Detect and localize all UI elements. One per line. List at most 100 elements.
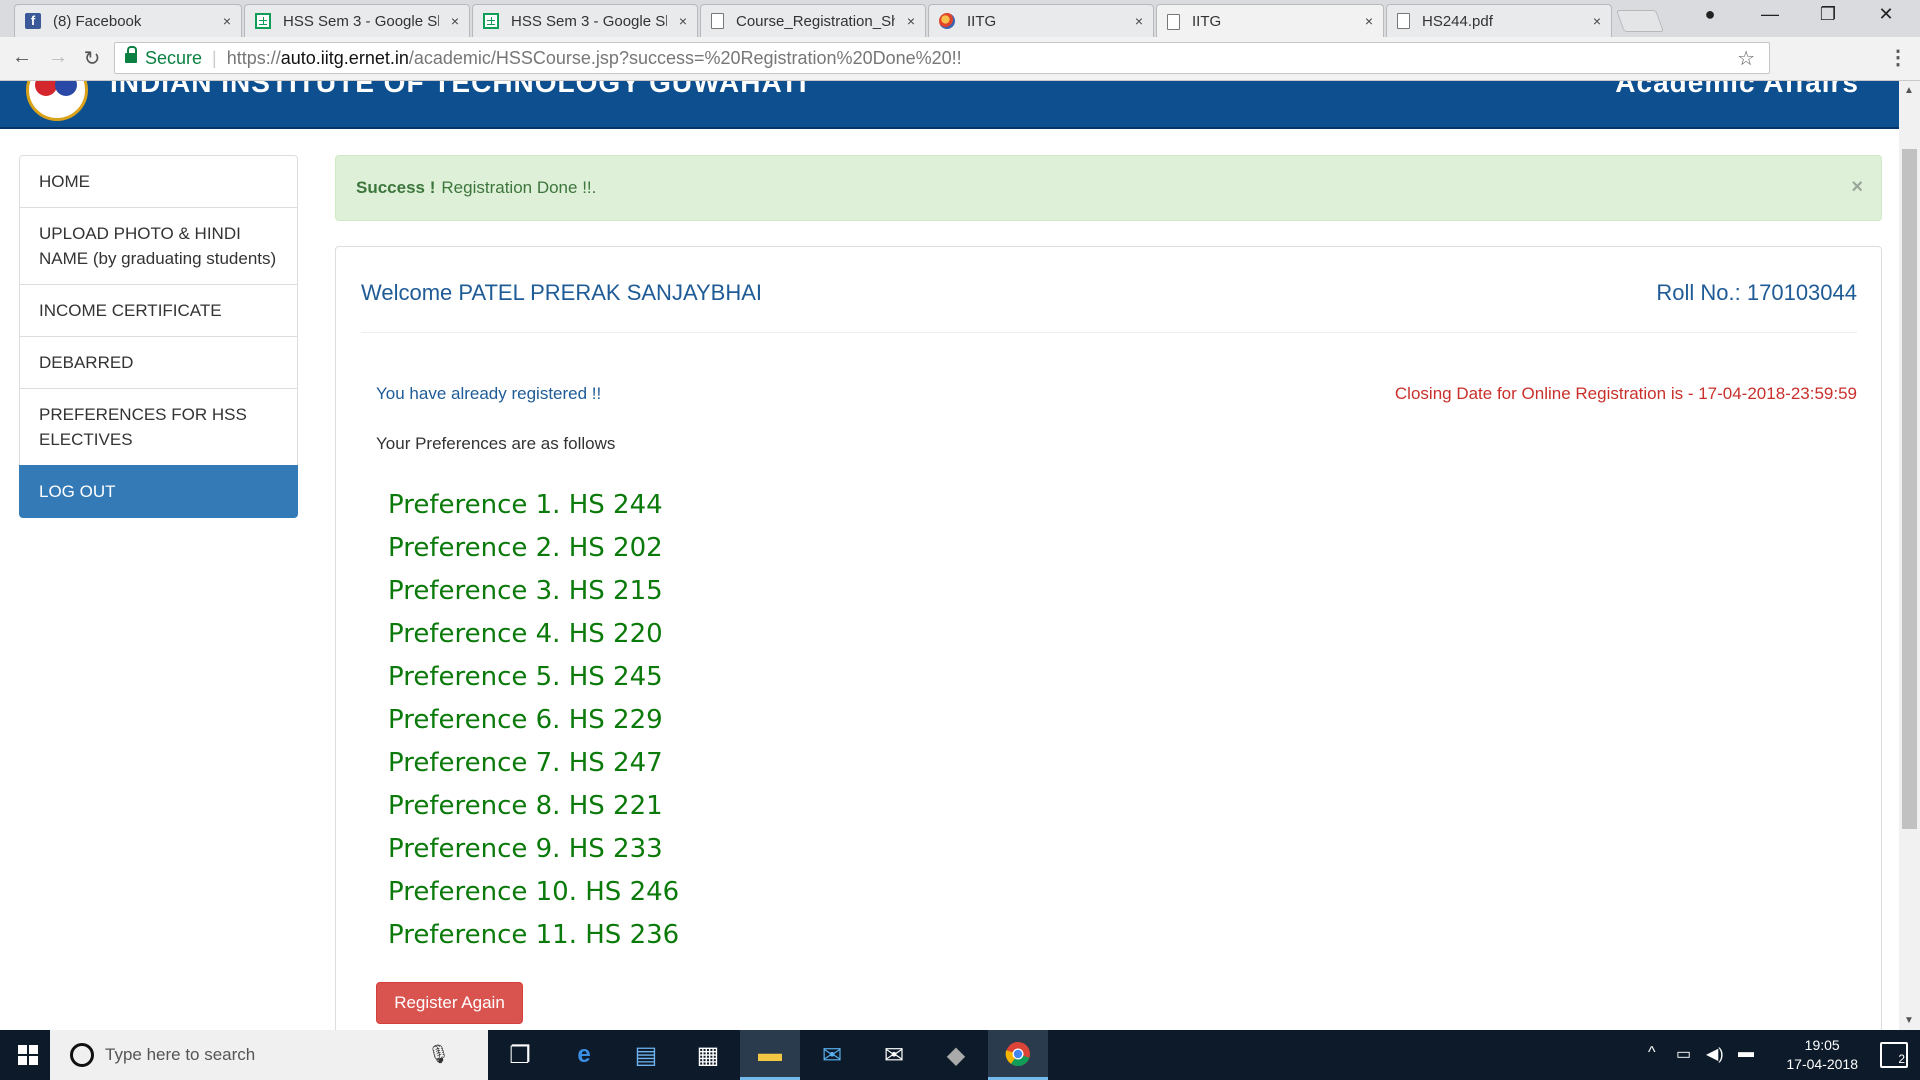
list-item: Preference 10. HS 246: [388, 877, 680, 907]
tab-course-registration[interactable]: Course_Registration_Sh ×: [700, 4, 926, 37]
close-icon[interactable]: ×: [1365, 13, 1373, 29]
file-explorer-icon[interactable]: ▬: [740, 1030, 800, 1080]
closing-date-text: Closing Date for Online Registration is …: [1394, 384, 1857, 403]
search-placeholder: Type here to search: [105, 1045, 256, 1064]
minimize-button[interactable]: —: [1750, 4, 1790, 25]
close-icon[interactable]: ×: [1135, 13, 1143, 29]
success-alert: Success ! Registration Done !!. ×: [335, 155, 1882, 221]
already-registered-text: You have already registered !!: [376, 384, 602, 403]
tab-hss-sheet-1[interactable]: HSS Sem 3 - Google Sh ×: [244, 4, 470, 37]
taskbar: Type here to search 🎙 ❐ e ▤ ▦ ▬ ✉ ✉ ◆ ^ …: [0, 1030, 1920, 1080]
page-scrollbar[interactable]: ▲ ▼: [1899, 81, 1920, 1030]
alert-strong: Success !: [356, 178, 436, 197]
microphone-icon[interactable]: 🎙: [427, 1044, 450, 1065]
app-icon[interactable]: ▤: [616, 1030, 676, 1080]
new-tab-button[interactable]: [1615, 10, 1665, 32]
system-clock[interactable]: 19:05 17-04-2018: [1786, 1036, 1858, 1074]
institute-logo: [26, 81, 88, 121]
close-icon[interactable]: ×: [679, 13, 687, 29]
facebook-icon: f: [25, 13, 41, 29]
reload-icon[interactable]: ↻: [78, 46, 106, 71]
menu-icon[interactable]: ⋮: [1888, 45, 1908, 70]
list-item: Preference 11. HS 236: [388, 920, 680, 950]
list-item: Preference 4. HS 220: [388, 619, 663, 649]
scroll-down-icon[interactable]: ▼: [1904, 1015, 1914, 1026]
chrome-logo: [1005, 1041, 1030, 1066]
list-item: Preference 3. HS 215: [388, 576, 663, 606]
close-icon[interactable]: ×: [1851, 176, 1863, 199]
close-window-button[interactable]: ✕: [1866, 4, 1906, 25]
document-icon: [1167, 13, 1180, 30]
close-icon[interactable]: ×: [451, 13, 459, 29]
mail-icon[interactable]: ✉: [864, 1030, 924, 1080]
back-arrow-icon[interactable]: ←: [8, 46, 36, 69]
preference-list: Preference 1. HS 244 Preference 2. HS 20…: [388, 484, 679, 957]
site-header: INDIAN INSTITUTE OF TECHNOLOGY GUWAHATI …: [0, 81, 1899, 129]
alert-message: Registration Done !!.: [441, 178, 597, 197]
tab-hs244-pdf[interactable]: HS244.pdf ×: [1386, 4, 1612, 37]
windows-start-icon[interactable]: [18, 1045, 38, 1065]
chrome-icon[interactable]: [988, 1030, 1048, 1080]
tab-title: HSS Sem 3 - Google Sh: [283, 12, 439, 30]
tab-title: Course_Registration_Sh: [736, 12, 895, 30]
taskbar-search-box[interactable]: Type here to search 🎙: [50, 1030, 488, 1080]
sidebar-item-home[interactable]: HOME: [19, 155, 298, 208]
site-title: INDIAN INSTITUTE OF TECHNOLOGY GUWAHATI: [110, 81, 808, 98]
tab-hss-sheet-2[interactable]: HSS Sem 3 - Google Sh ×: [472, 4, 698, 37]
app-icon[interactable]: ◆: [926, 1030, 986, 1080]
site-section-title: Academic Affairs: [1615, 81, 1859, 98]
volume-icon[interactable]: ◀): [1706, 1044, 1724, 1064]
sidebar-item-income-certificate[interactable]: INCOME CERTIFICATE: [19, 284, 298, 337]
store-icon[interactable]: ▦: [678, 1030, 738, 1080]
preferences-label: Your Preferences are as follows: [376, 434, 616, 453]
welcome-heading: Welcome PATEL PRERAK SANJAYBHAI: [361, 280, 763, 305]
close-icon[interactable]: ×: [1593, 13, 1601, 29]
close-icon[interactable]: ×: [223, 13, 231, 29]
clock-time: 19:05: [1804, 1037, 1840, 1053]
register-again-button[interactable]: Register Again: [376, 982, 523, 1024]
forward-arrow-icon[interactable]: →: [44, 46, 72, 69]
registration-panel: Welcome PATEL PRERAK SANJAYBHAI Roll No.…: [335, 246, 1882, 1030]
browser-toolbar: ← → ↻ Secure | https:// auto.iitg.ernet.…: [0, 37, 1920, 81]
network-icon[interactable]: ▭: [1676, 1044, 1691, 1064]
url-scheme: https://: [226, 47, 281, 68]
bookmark-star-icon[interactable]: ☆: [1737, 46, 1755, 71]
cortana-icon: [70, 1043, 94, 1067]
edge-icon[interactable]: e: [554, 1030, 614, 1080]
url-host: auto.iitg.ernet.in: [280, 47, 409, 68]
scroll-up-icon[interactable]: ▲: [1904, 85, 1914, 96]
tab-facebook[interactable]: f (8) Facebook ×: [14, 4, 242, 37]
list-item: Preference 9. HS 233: [388, 834, 663, 864]
list-item: Preference 1. HS 244: [388, 490, 663, 520]
list-item: Preference 5. HS 245: [388, 662, 663, 692]
outlook-icon[interactable]: ✉: [802, 1030, 862, 1080]
sidebar-nav: HOME UPLOAD PHOTO & HINDI NAME (by gradu…: [19, 155, 298, 518]
tab-iitg-active[interactable]: IITG ×: [1156, 4, 1384, 38]
sidebar-item-logout[interactable]: LOG OUT: [19, 465, 298, 518]
battery-icon[interactable]: ▬: [1738, 1044, 1754, 1062]
scrollbar-thumb[interactable]: [1902, 149, 1917, 829]
restore-button[interactable]: ❐: [1808, 4, 1848, 25]
sheets-icon: [483, 13, 499, 29]
profile-icon[interactable]: ●: [1690, 4, 1730, 25]
tab-title: HS244.pdf: [1422, 12, 1493, 30]
task-view-icon[interactable]: ❐: [490, 1030, 550, 1080]
list-item: Preference 6. HS 229: [388, 705, 663, 735]
tab-iitg-1[interactable]: IITG ×: [928, 4, 1154, 37]
list-item: Preference 8. HS 221: [388, 791, 663, 821]
url-path: /academic/HSSCourse.jsp?success=%20Regis…: [408, 47, 962, 68]
document-icon: [1397, 13, 1410, 29]
address-bar[interactable]: Secure | https:// auto.iitg.ernet.in /ac…: [114, 42, 1770, 74]
browser-tab-strip: f (8) Facebook × HSS Sem 3 - Google Sh ×…: [0, 0, 1920, 38]
notification-center-icon[interactable]: 2: [1880, 1042, 1908, 1068]
sidebar-item-debarred[interactable]: DEBARRED: [19, 336, 298, 389]
close-icon[interactable]: ×: [907, 13, 915, 29]
sidebar-item-upload-photo[interactable]: UPLOAD PHOTO & HINDI NAME (by graduating…: [19, 207, 298, 285]
document-icon: [711, 13, 724, 29]
tray-chevron-icon[interactable]: ^: [1648, 1044, 1656, 1062]
divider: |: [212, 47, 217, 68]
tab-title: IITG: [967, 12, 997, 30]
sidebar-item-hss-preferences[interactable]: PREFERENCES FOR HSS ELECTIVES: [19, 388, 298, 466]
page-viewport: INDIAN INSTITUTE OF TECHNOLOGY GUWAHATI …: [0, 81, 1920, 1030]
sheets-icon: [255, 13, 271, 29]
